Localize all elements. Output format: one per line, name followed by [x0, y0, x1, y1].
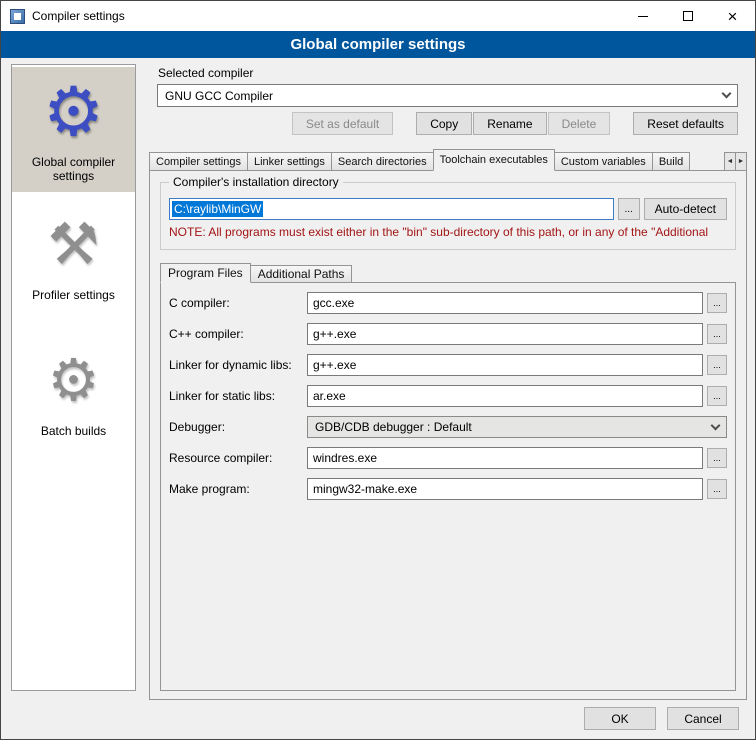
dialog-footer: OK Cancel — [584, 707, 739, 730]
resource-compiler-label: Resource compiler: — [169, 451, 307, 465]
maximize-icon — [683, 11, 693, 21]
make-program-label: Make program: — [169, 482, 307, 496]
installation-directory-title: Compiler's installation directory — [169, 175, 343, 189]
auto-detect-button[interactable]: Auto-detect — [644, 198, 727, 220]
sidebar-item-global-compiler-settings[interactable]: ⚙ Global compiler settings — [12, 67, 135, 192]
chevron-down-icon — [711, 420, 721, 430]
debugger-value: GDB/CDB debugger : Default — [315, 420, 472, 434]
debugger-select[interactable]: GDB/CDB debugger : Default — [307, 416, 727, 438]
browse-button[interactable]: ... — [707, 386, 727, 406]
tab-toolchain-executables[interactable]: Toolchain executables — [433, 149, 555, 171]
form-row: C++ compiler: ... — [169, 323, 727, 345]
install-dir-input[interactable]: C:\raylib\MinGW — [169, 198, 614, 220]
form-row: Resource compiler: ... — [169, 447, 727, 469]
rename-button[interactable]: Rename — [473, 112, 546, 135]
c-compiler-input[interactable] — [307, 292, 703, 314]
make-program-input[interactable] — [307, 478, 703, 500]
selected-compiler-value: GNU GCC Compiler — [165, 89, 273, 103]
sidebar-item-label: Batch builds — [41, 424, 106, 438]
reset-defaults-button[interactable]: Reset defaults — [633, 112, 738, 135]
browse-button[interactable]: ... — [707, 324, 727, 344]
tab-program-files[interactable]: Program Files — [160, 263, 251, 283]
toolchain-executables-panel: Compiler's installation directory C:\ray… — [149, 170, 747, 700]
dynamic-linker-label: Linker for dynamic libs: — [169, 358, 307, 372]
selected-compiler-dropdown[interactable]: GNU GCC Compiler — [157, 84, 738, 107]
sidebar-item-batch-builds[interactable]: ⚙ Batch builds — [12, 336, 135, 446]
browse-button[interactable]: ... — [707, 293, 727, 313]
tab-compiler-settings[interactable]: Compiler settings — [149, 152, 248, 171]
arrow-left-icon: ◄ — [727, 158, 734, 165]
tab-additional-paths[interactable]: Additional Paths — [250, 265, 353, 283]
program-files-panel: C compiler: ... C++ compiler: ... Linker… — [160, 282, 736, 691]
selected-compiler-label: Selected compiler — [158, 66, 253, 80]
hammer-icon: ⚒ — [48, 206, 100, 284]
gears-icon: ⚙ — [48, 342, 100, 420]
form-row: Make program: ... — [169, 478, 727, 500]
cancel-button[interactable]: Cancel — [667, 707, 739, 730]
c-compiler-label: C compiler: — [169, 296, 307, 310]
dynamic-linker-input[interactable] — [307, 354, 703, 376]
close-button[interactable]: × — [710, 1, 755, 31]
form-row: Linker for static libs: ... — [169, 385, 727, 407]
installation-directory-row: C:\raylib\MinGW ... Auto-detect — [169, 198, 727, 220]
gear-icon: ⚙ — [43, 73, 104, 151]
settings-category-sidebar: ⚙ Global compiler settings ⚒ Profiler se… — [11, 64, 136, 691]
app-icon — [10, 9, 25, 24]
tab-build-options[interactable]: Build — [652, 152, 690, 171]
form-row: C compiler: ... — [169, 292, 727, 314]
tab-search-directories[interactable]: Search directories — [331, 152, 434, 171]
program-files-tab-strip: Program Files Additional Paths — [160, 263, 351, 283]
minimize-button[interactable] — [620, 1, 665, 31]
ok-button[interactable]: OK — [584, 707, 656, 730]
form-row: Debugger: GDB/CDB debugger : Default — [169, 416, 727, 438]
delete-button: Delete — [548, 112, 611, 135]
arrow-right-icon: ► — [738, 158, 745, 165]
debugger-label: Debugger: — [169, 420, 307, 434]
sidebar-item-label: Profiler settings — [32, 288, 115, 302]
form-row: Linker for dynamic libs: ... — [169, 354, 727, 376]
main-tab-strip: Compiler settings Linker settings Search… — [149, 149, 747, 171]
bin-subdirectory-note: NOTE: All programs must exist either in … — [169, 225, 727, 239]
sidebar-item-profiler-settings[interactable]: ⚒ Profiler settings — [12, 200, 135, 310]
sidebar-item-label: Global compiler settings — [14, 155, 133, 184]
cpp-compiler-label: C++ compiler: — [169, 327, 307, 341]
maximize-button[interactable] — [665, 1, 710, 31]
tab-scroll-buttons: ◄ ► — [725, 152, 747, 171]
tab-custom-variables[interactable]: Custom variables — [554, 152, 653, 171]
tab-linker-settings[interactable]: Linker settings — [247, 152, 332, 171]
browse-install-dir-button[interactable]: ... — [618, 198, 640, 220]
dialog-header-title: Global compiler settings — [290, 36, 465, 53]
main-tabs: Compiler settings Linker settings Search… — [149, 149, 725, 171]
set-as-default-button: Set as default — [292, 112, 393, 135]
title-bar[interactable]: Compiler settings × — [1, 1, 755, 31]
install-dir-value: C:\raylib\MinGW — [172, 201, 263, 217]
compiler-actions: Set as default Copy Rename Delete Reset … — [157, 112, 738, 135]
browse-button[interactable]: ... — [707, 448, 727, 468]
installation-directory-group: Compiler's installation directory C:\ray… — [160, 182, 736, 250]
dialog-header: Global compiler settings — [1, 31, 755, 58]
static-linker-label: Linker for static libs: — [169, 389, 307, 403]
chevron-down-icon — [722, 89, 732, 99]
copy-button[interactable]: Copy — [416, 112, 472, 135]
compiler-settings-dialog: Compiler settings × Global compiler sett… — [0, 0, 756, 740]
window-title: Compiler settings — [32, 9, 620, 23]
resource-compiler-input[interactable] — [307, 447, 703, 469]
cpp-compiler-input[interactable] — [307, 323, 703, 345]
tab-scroll-right-button[interactable]: ► — [735, 152, 747, 171]
browse-button[interactable]: ... — [707, 355, 727, 375]
browse-button[interactable]: ... — [707, 479, 727, 499]
static-linker-input[interactable] — [307, 385, 703, 407]
close-icon: × — [728, 8, 738, 25]
minimize-icon — [638, 16, 648, 17]
